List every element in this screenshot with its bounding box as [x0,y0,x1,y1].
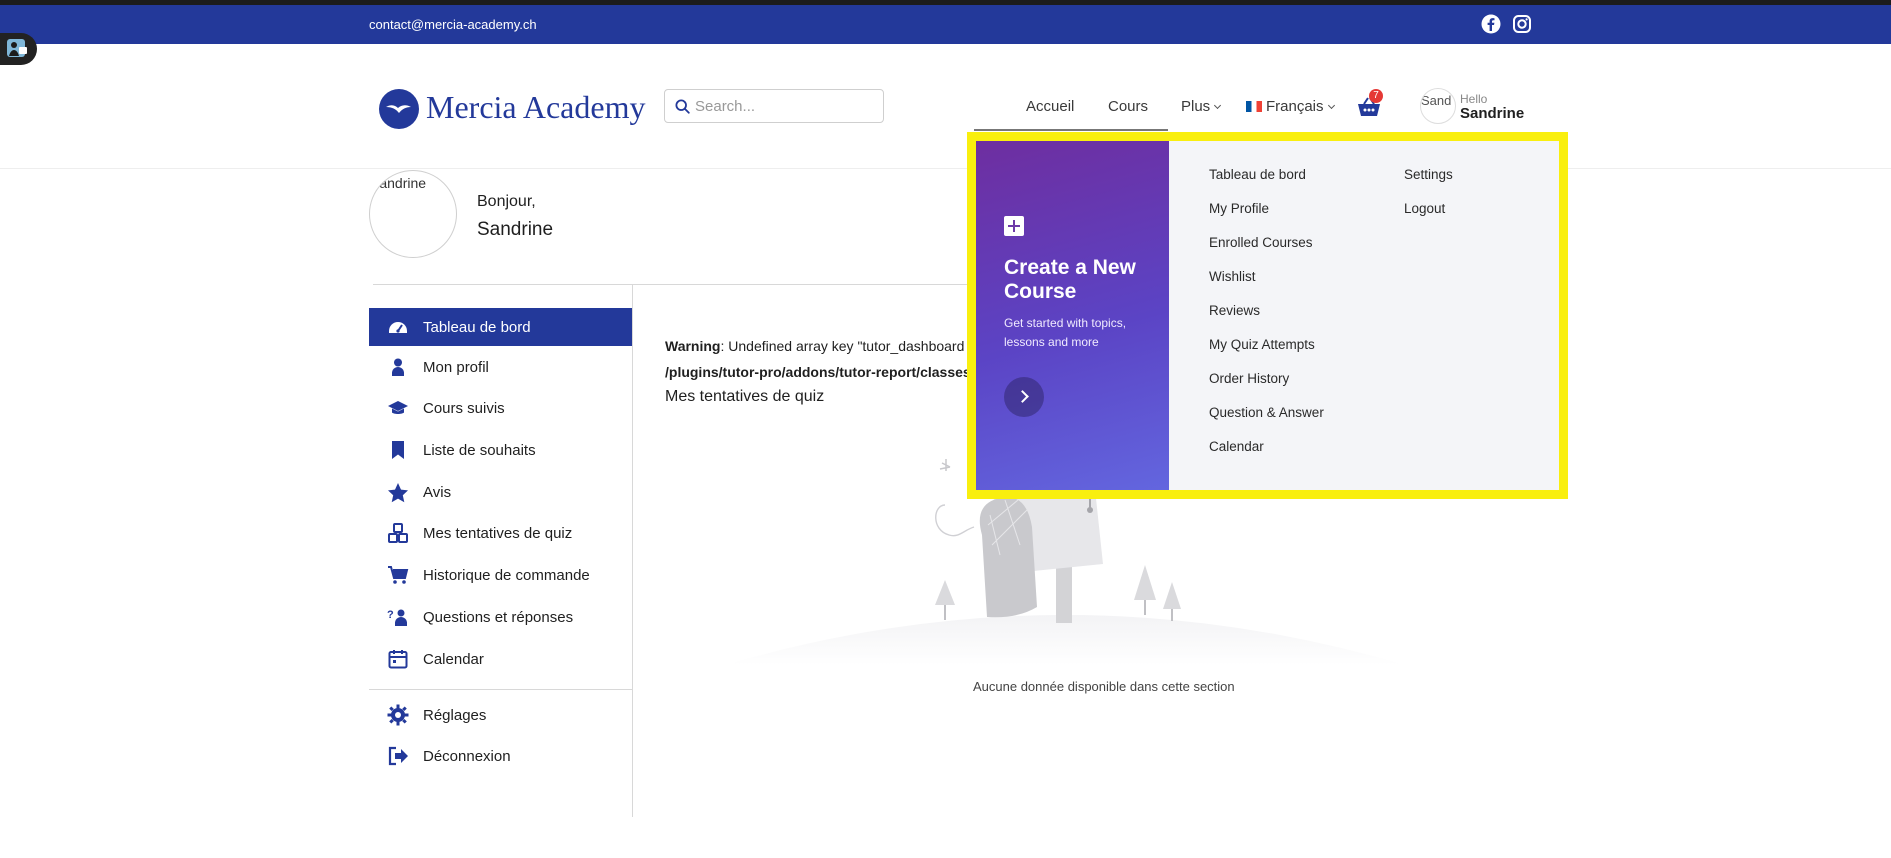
sidebar-item-label: Calendar [423,650,484,668]
nav-plus-label: Plus [1181,98,1211,115]
question-answer-icon: ? [387,606,409,628]
empty-state-message: Aucune donnée disponible dans cette sect… [973,679,1235,694]
plus-square-icon [1004,216,1024,236]
warning-notice: Warning: Undefined array key "tutor_dash… [665,330,975,390]
create-course-subtitle: Get started with topics, lessons and mor… [1004,316,1127,349]
profile-greeting: Bonjour, [477,193,536,210]
sidebar-item-liste-de-souhaits[interactable]: Liste de souhaits [369,431,632,469]
chevron-down-icon [1214,101,1222,110]
sidebar-item-label: Avis [423,483,452,501]
sidebar-item-cours-suivis[interactable]: Cours suivis [369,389,632,427]
chevron-down-icon [1327,101,1335,110]
language-label: Français [1266,98,1324,115]
sidebar-item-label: Mon profil [423,358,489,376]
quiz-blocks-icon [387,522,409,544]
user-menu-dropdown: Create a New Course Get started with top… [967,132,1568,499]
logout-icon [387,745,409,767]
search-box[interactable] [664,89,884,123]
instagram-icon[interactable] [1512,14,1532,34]
site-header: Mercia Academy Accueil Cours Plus França… [0,44,1891,169]
menu-item-tableau-de-bord[interactable]: Tableau de bord [1209,167,1306,182]
logo-mark-icon [379,89,419,129]
nav-active-underline [974,129,1168,131]
sidebar-item-avis[interactable]: Avis [369,473,632,511]
facebook-icon[interactable] [1481,14,1501,34]
warning-text: : Undefined array key "tutor_dashboard [720,338,965,354]
sidebar-item-calendar[interactable]: Calendar [369,640,632,678]
dashboard-icon [387,316,409,338]
profile-avatar: Sandrine [369,170,457,258]
logo-text: Mercia Academy [426,89,646,125]
sidebar-item-questions-et-reponses[interactable]: ? Questions et réponses [369,598,632,636]
language-selector[interactable]: Français [1246,98,1335,115]
sidebar-item-label: Cours suivis [423,399,505,417]
menu-item-order-history[interactable]: Order History [1209,371,1289,386]
user-name[interactable]: Sandrine [1460,105,1524,122]
create-course-title: Create a New Course [1004,256,1136,303]
top-contact-bar: contact@mercia-academy.ch [0,5,1891,44]
warning-line: Warning: Undefined array key "tutor_dash… [665,338,964,354]
user-icon [387,356,409,378]
profile-name: Sandrine [477,219,554,240]
calendar-icon [387,648,409,670]
menu-item-logout[interactable]: Logout [1404,201,1445,216]
menu-item-reviews[interactable]: Reviews [1209,303,1260,318]
sidebar-item-label: Réglages [423,706,487,724]
sidebar-divider [369,689,632,690]
site-logo[interactable]: Mercia Academy [378,87,645,131]
menu-item-enrolled-courses[interactable]: Enrolled Courses [1209,235,1313,250]
sidebar-item-reglages[interactable]: Réglages [369,696,632,734]
content-divider [632,285,633,817]
user-hello-text: Hello [1460,92,1488,106]
sidebar-item-label: Déconnexion [423,747,511,765]
nav-cours[interactable]: Cours [1108,98,1148,115]
sidebar-item-mes-tentatives-de-quiz[interactable]: Mes tentatives de quiz [369,514,632,552]
gear-icon [387,704,409,726]
warning-label: Warning [665,338,721,354]
sidebar-item-deconnexion[interactable]: Déconnexion [369,737,632,775]
menu-item-my-profile[interactable]: My Profile [1209,201,1269,216]
sidebar-item-label: Mes tentatives de quiz [423,524,573,542]
create-course-card[interactable]: Create a New Course Get started with top… [976,141,1169,490]
sidebar-item-historique-de-commande[interactable]: Historique de commande [369,556,632,594]
cart-icon [387,564,409,586]
divider [373,284,998,285]
sidebar-item-label: Tableau de bord [423,318,531,336]
menu-item-question-answer[interactable]: Question & Answer [1209,405,1324,420]
sidebar-item-label: Historique de commande [423,566,590,584]
contact-email[interactable]: contact@mercia-academy.ch [369,17,537,32]
sidebar-item-label: Liste de souhaits [423,441,536,459]
search-icon [675,99,690,114]
page-title: Mes tentatives de quiz [665,388,825,405]
menu-item-my-quiz-attempts[interactable]: My Quiz Attempts [1209,337,1315,352]
svg-text:?: ? [387,609,394,621]
search-input[interactable] [695,96,875,116]
nav-accueil[interactable]: Accueil [1026,98,1074,115]
sidebar-item-tableau-de-bord[interactable]: Tableau de bord [369,308,632,346]
menu-item-settings[interactable]: Settings [1404,167,1453,182]
sidebar-item-mon-profil[interactable]: Mon profil [369,348,632,386]
sidebar-item-label: Questions et réponses [423,608,574,626]
bookmark-icon [387,439,409,461]
warning-path: /plugins/tutor-pro/addons/tutor-report/c… [665,364,971,380]
menu-item-wishlist[interactable]: Wishlist [1209,269,1256,284]
cart-count-badge: 7 [1369,89,1383,103]
star-icon [387,481,409,503]
arrow-right-icon[interactable] [1004,377,1044,417]
nav-plus[interactable]: Plus [1181,98,1222,115]
menu-item-calendar[interactable]: Calendar [1209,439,1264,454]
user-avatar[interactable]: Sand [1420,88,1456,124]
france-flag-icon [1246,101,1262,112]
graduation-cap-icon [387,397,409,419]
